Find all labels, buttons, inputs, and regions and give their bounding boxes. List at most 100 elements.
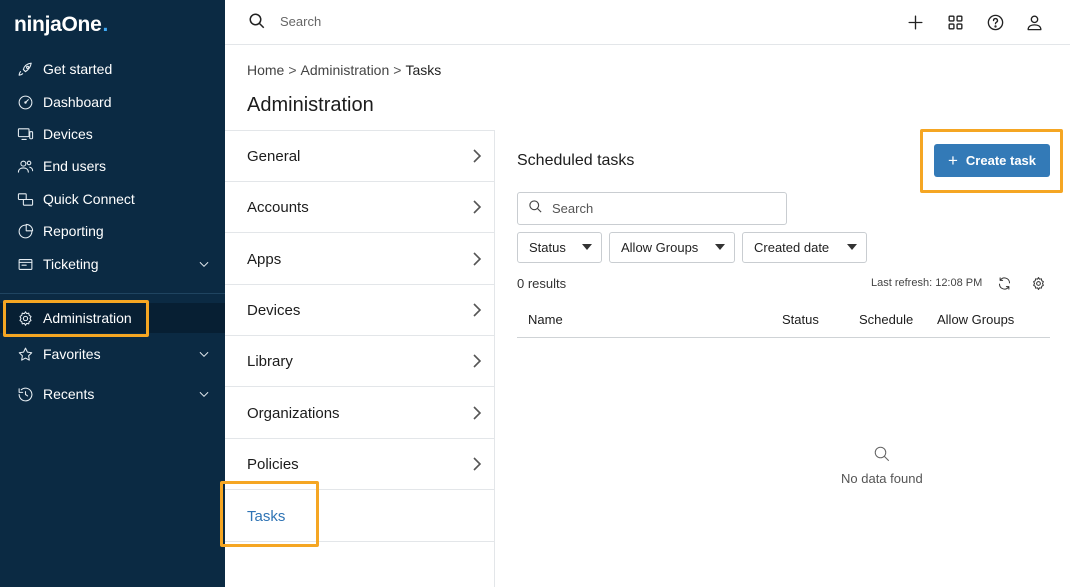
settings-item-organizations[interactable]: Organizations (225, 388, 494, 439)
settings-item-library[interactable]: Library (225, 336, 494, 387)
caret-down-icon (582, 244, 592, 250)
breadcrumb-home[interactable]: Home (247, 62, 284, 78)
breadcrumb-separator: > (288, 62, 297, 78)
create-task-label: Create task (965, 153, 1037, 168)
settings-item-apps[interactable]: Apps (225, 234, 494, 285)
sidebar-item-label: Recents (43, 386, 95, 402)
grid-icon[interactable] (945, 12, 965, 32)
create-task-button[interactable]: + Create task (934, 144, 1050, 177)
sidebar-item-label: Devices (43, 126, 93, 142)
filter-created-date[interactable]: Created date (742, 232, 867, 263)
task-search-input[interactable] (552, 201, 772, 216)
pie-chart-icon (15, 222, 35, 240)
chevron-right-icon (470, 353, 484, 369)
ticket-icon (15, 255, 35, 273)
chevron-right-icon (470, 456, 484, 472)
gauge-icon (15, 93, 35, 111)
rocket-icon (15, 60, 35, 78)
sidebar-item-reporting[interactable]: Reporting (0, 216, 225, 246)
breadcrumb: Home > Administration > Tasks (247, 62, 441, 78)
column-header-allow-groups[interactable]: Allow Groups (937, 312, 1014, 327)
sidebar: ninjaOne. Get started Dashboard Devices … (0, 0, 225, 587)
settings-item-tasks[interactable]: Tasks (225, 491, 494, 542)
sidebar-item-label: Reporting (43, 223, 104, 239)
settings-item-label: Organizations (247, 404, 340, 422)
sidebar-item-quick-connect[interactable]: Quick Connect (0, 184, 225, 214)
search-icon (248, 12, 266, 30)
sidebar-item-label: Ticketing (43, 256, 99, 272)
settings-item-label: Policies (247, 455, 299, 473)
breadcrumb-administration[interactable]: Administration (301, 62, 390, 78)
sidebar-divider (0, 293, 225, 294)
filter-status[interactable]: Status (517, 232, 602, 263)
filter-allow-groups[interactable]: Allow Groups (609, 232, 735, 263)
chevron-down-icon[interactable] (197, 387, 211, 401)
settings-item-accounts[interactable]: Accounts (225, 182, 494, 233)
table-settings-gear-icon[interactable] (1031, 276, 1046, 291)
chevron-right-icon (470, 405, 484, 421)
settings-list: General Accounts Apps Devices Library Or… (225, 130, 495, 587)
sidebar-item-dashboard[interactable]: Dashboard (0, 87, 225, 117)
sidebar-item-end-users[interactable]: End users (0, 151, 225, 181)
global-search-input[interactable] (280, 14, 580, 29)
settings-item-label: General (247, 147, 301, 165)
search-icon (528, 199, 543, 219)
sidebar-item-label: Administration (43, 310, 132, 326)
sidebar-item-ticketing[interactable]: Ticketing (0, 249, 225, 279)
filter-label: Status (529, 240, 566, 255)
history-icon (15, 385, 35, 403)
settings-item-label: Tasks (247, 507, 286, 525)
settings-item-label: Devices (247, 301, 301, 319)
sidebar-item-get-started[interactable]: Get started (0, 54, 225, 84)
settings-item-devices[interactable]: Devices (225, 285, 494, 336)
plus-icon: + (947, 151, 958, 170)
sidebar-item-label: End users (43, 158, 107, 174)
column-header-name[interactable]: Name (528, 312, 563, 327)
logo-dot: . (102, 13, 108, 36)
sidebar-item-label: Quick Connect (43, 191, 135, 207)
sidebar-item-favorites[interactable]: Favorites (0, 339, 225, 369)
chevron-right-icon (470, 251, 484, 267)
chevron-right-icon (470, 148, 484, 164)
empty-state-text: No data found (0, 471, 1070, 486)
breadcrumb-tasks: Tasks (405, 62, 442, 78)
settings-item-general[interactable]: General (225, 131, 494, 182)
sidebar-item-recents[interactable]: Recents (0, 379, 225, 409)
top-bar (225, 0, 1070, 45)
chevron-right-icon (470, 302, 484, 318)
filter-label: Allow Groups (621, 240, 699, 255)
help-icon[interactable] (985, 12, 1005, 32)
sidebar-item-administration[interactable]: Administration (0, 303, 225, 333)
page-title: Administration (247, 94, 374, 116)
gear-icon (15, 309, 35, 327)
refresh-icon[interactable] (997, 276, 1012, 291)
devices-icon (15, 125, 35, 143)
caret-down-icon (715, 244, 725, 250)
breadcrumb-separator: > (393, 62, 402, 78)
chevron-right-icon (470, 199, 484, 215)
sidebar-item-devices[interactable]: Devices (0, 119, 225, 149)
ninjaone-logo[interactable]: ninjaOne. (14, 13, 108, 39)
star-icon (15, 345, 35, 363)
user-icon[interactable] (1024, 12, 1044, 32)
table-header-divider (517, 337, 1050, 338)
settings-item-label: Apps (247, 250, 282, 268)
last-refresh: Last refresh: 12:08 PM (871, 277, 983, 289)
users-icon (15, 157, 35, 175)
panel-title: Scheduled tasks (517, 152, 635, 169)
chevron-down-icon[interactable] (197, 347, 211, 361)
results-count: 0 results (517, 276, 567, 291)
empty-search-icon (873, 445, 891, 463)
plus-icon[interactable] (905, 12, 925, 32)
column-header-status[interactable]: Status (782, 312, 819, 327)
column-header-schedule[interactable]: Schedule (859, 312, 913, 327)
filter-label: Created date (754, 240, 830, 255)
settings-item-label: Accounts (247, 198, 309, 216)
sidebar-item-label: Dashboard (43, 94, 112, 110)
caret-down-icon (847, 244, 857, 250)
quick-connect-icon (15, 190, 35, 208)
chevron-down-icon[interactable] (197, 257, 211, 271)
task-search-box (517, 192, 787, 225)
sidebar-item-label: Get started (43, 61, 113, 77)
settings-item-label: Library (247, 352, 293, 370)
